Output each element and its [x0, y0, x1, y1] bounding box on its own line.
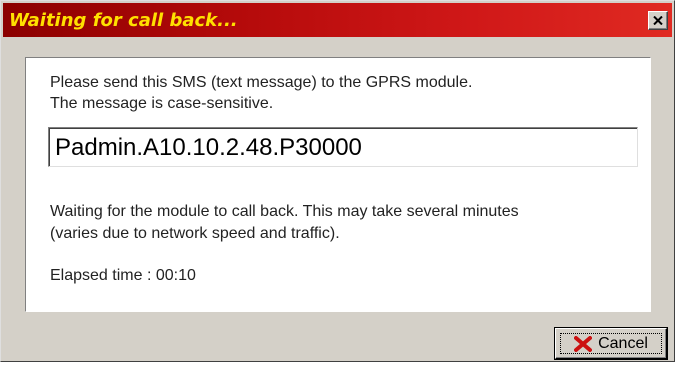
window-title: Waiting for call back...	[9, 10, 238, 31]
waiting-line-2: (varies due to network speed and traffic…	[50, 225, 340, 242]
close-icon	[653, 16, 663, 25]
dialog-window: Waiting for call back... Please send thi…	[0, 0, 675, 362]
cancel-label: Cancel	[598, 334, 648, 352]
content-panel: Please send this SMS (text message) to t…	[25, 57, 651, 312]
waiting-text: Waiting for the module to call back. Thi…	[50, 201, 640, 245]
cancel-button[interactable]: Cancel	[555, 328, 667, 359]
title-bar[interactable]: Waiting for call back...	[3, 3, 672, 37]
waiting-line-1: Waiting for the module to call back. Thi…	[50, 203, 519, 220]
close-button[interactable]	[648, 11, 668, 30]
instructions-line-2: The message is case-sensitive.	[50, 95, 274, 112]
instructions-line-1: Please send this SMS (text message) to t…	[50, 74, 473, 91]
red-x-icon	[574, 335, 593, 352]
elapsed-time: Elapsed time : 00:10	[50, 267, 196, 284]
cancel-focus-rect: Cancel	[560, 333, 662, 354]
sms-message-field[interactable]: Padmin.A10.10.2.48.P30000	[48, 127, 638, 167]
instructions-text: Please send this SMS (text message) to t…	[50, 72, 630, 114]
